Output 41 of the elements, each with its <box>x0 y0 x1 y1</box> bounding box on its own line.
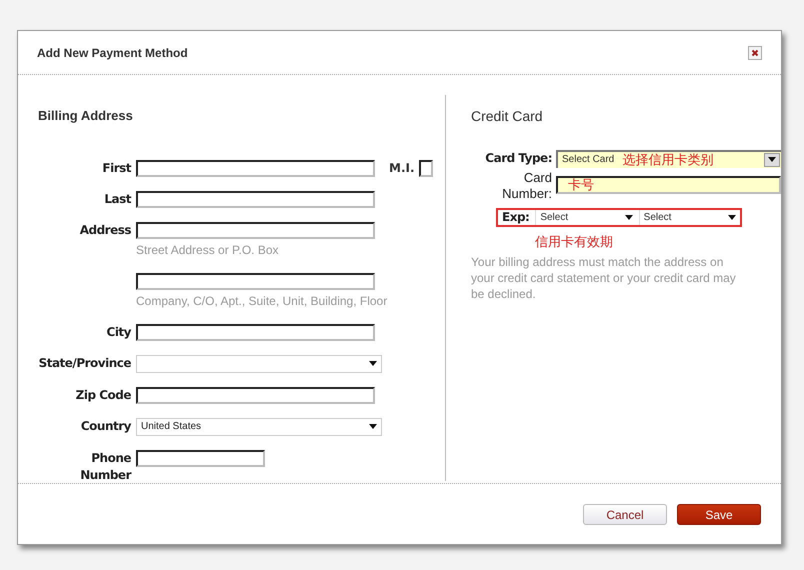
field-label: State/Province <box>38 356 131 370</box>
dropdown[interactable]: Select Card 选择信用卡类别 <box>556 150 781 168</box>
cancel-button[interactable]: Cancel <box>583 504 667 525</box>
field-label: Zip Code <box>76 388 131 402</box>
annotation-text: 选择信用卡类别 <box>622 151 714 170</box>
caret-icon <box>728 214 736 220</box>
input-field[interactable]: 卡号 <box>556 176 781 194</box>
section-heading: Billing Address <box>38 108 134 124</box>
input-field[interactable] <box>136 190 375 208</box>
field-label: Address <box>80 222 131 237</box>
field-hint: Company, C/O, Apt., Suite, Unit, Building, Floor <box>136 292 388 310</box>
caret-icon <box>369 361 377 366</box>
annotation-text: 信用卡有效期 <box>535 232 613 251</box>
save-button[interactable]: Save <box>677 504 761 525</box>
field-label: Exp: <box>502 209 530 226</box>
caret-icon <box>369 424 377 430</box>
dropdown[interactable]: United States <box>136 418 382 436</box>
dialog-title: Add New Payment Method <box>37 44 188 62</box>
section-heading: Credit Card <box>471 108 544 125</box>
input-field[interactable] <box>136 222 375 239</box>
field-hint: Street Address or P.O. Box <box>136 242 280 259</box>
input-field[interactable] <box>136 386 375 404</box>
input-field[interactable] <box>136 450 265 467</box>
caret-icon <box>624 214 633 220</box>
input-field[interactable] <box>136 160 375 177</box>
field-label: Card Type: <box>485 150 552 165</box>
dropdown[interactable]: Select <box>638 210 740 225</box>
close-icon[interactable] <box>748 46 762 60</box>
field-label: First <box>102 160 131 175</box>
caret-icon <box>768 157 776 162</box>
note-text: Your billing address must match the address on your credit card statement or your credit card may be declined. <box>471 254 737 302</box>
input-field[interactable] <box>136 272 375 290</box>
input-field[interactable] <box>418 160 433 177</box>
field-label: Phone Number <box>80 450 131 482</box>
field-label: M.I. <box>389 160 415 177</box>
field-label: Last <box>104 192 131 206</box>
field-label: City <box>106 324 131 339</box>
input-field[interactable] <box>136 324 375 341</box>
field-label: Country <box>80 418 131 433</box>
dropdown[interactable]: Select <box>535 210 637 225</box>
field-label: Card Number: <box>502 170 552 201</box>
